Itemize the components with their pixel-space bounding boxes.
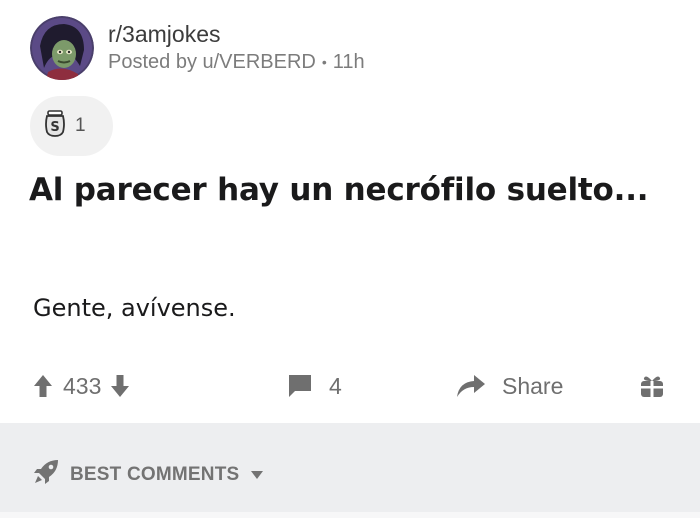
award-button[interactable]	[639, 364, 665, 408]
vote-score: 433	[63, 372, 102, 399]
comment-count: 4	[329, 372, 342, 399]
comment-icon	[287, 373, 313, 399]
comment-sort-button[interactable]: BEST COMMENTS	[32, 458, 264, 492]
rocket-icon	[32, 458, 60, 492]
byline-separator: •	[321, 54, 327, 70]
gift-icon	[639, 373, 665, 399]
awards-button[interactable]: S 1	[30, 96, 113, 156]
author-link[interactable]: Posted by u/VERBERD	[108, 49, 316, 75]
svg-text:S: S	[50, 120, 59, 135]
byline: Posted by u/VERBERD • 11h	[108, 49, 365, 75]
upvote-arrow-icon[interactable]	[33, 374, 53, 398]
avatar[interactable]	[30, 16, 94, 80]
comments-button[interactable]: 4	[287, 364, 342, 408]
silver-award-icon: S	[43, 109, 67, 143]
post-card: r/3amjokes Posted by u/VERBERD • 11h S 1…	[0, 0, 700, 423]
share-button[interactable]: Share	[455, 364, 563, 408]
post-title: Al parecer hay un necrófilo suelto...	[29, 172, 649, 208]
comment-sort-bar: BEST COMMENTS	[0, 423, 700, 518]
chevron-down-icon	[250, 464, 264, 486]
award-count: 1	[75, 115, 86, 136]
post-body: Gente, avívense.	[33, 294, 236, 322]
post-header: r/3amjokes Posted by u/VERBERD • 11h	[30, 16, 365, 80]
post-time: 11h	[332, 51, 365, 73]
post-meta: r/3amjokes Posted by u/VERBERD • 11h	[108, 20, 365, 75]
sort-label: BEST COMMENTS	[70, 464, 240, 485]
share-label: Share	[502, 372, 564, 399]
subreddit-link[interactable]: r/3amjokes	[108, 20, 365, 48]
divider	[0, 512, 700, 518]
downvote-arrow-icon[interactable]	[110, 374, 130, 398]
share-arrow-icon	[455, 373, 487, 399]
vote-controls: 433	[33, 364, 130, 408]
post-actions: 433 4 Share	[0, 364, 700, 408]
